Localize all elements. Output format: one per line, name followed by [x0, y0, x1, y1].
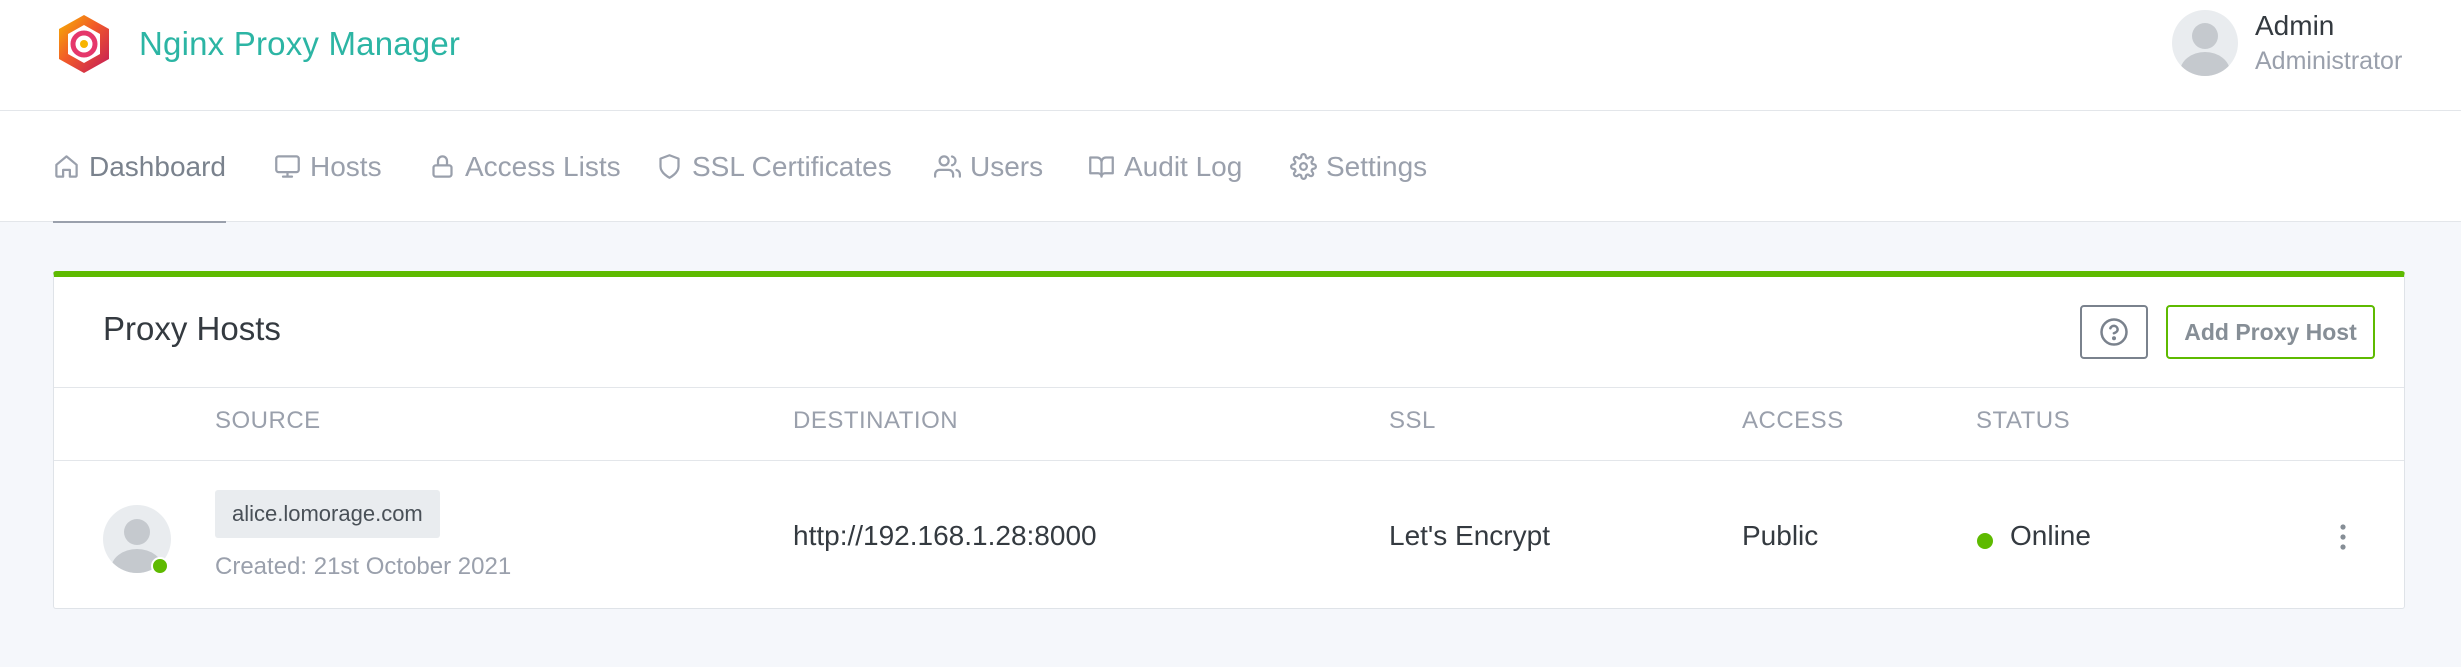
home-icon — [55, 155, 78, 178]
nav-item-label: Dashboard — [89, 150, 226, 182]
nav-item-dashboard[interactable]: Dashboard — [53, 111, 226, 223]
destination-cell: http://192.168.1.28:8000 — [793, 520, 1097, 551]
card-header: Proxy Hosts Add Proxy Host — [54, 277, 2404, 388]
nav-item-label: Settings — [1326, 150, 1428, 182]
nav-item-users[interactable]: Users — [934, 111, 1043, 222]
nav-item-audit-log[interactable]: Audit Log — [1088, 111, 1242, 222]
nav-item-label: Audit Log — [1124, 150, 1243, 182]
more-vertical-icon — [2340, 524, 2346, 550]
app-logo-icon — [59, 15, 109, 73]
help-button[interactable] — [2080, 305, 2148, 359]
created-date: Created: 21st October 2021 — [215, 553, 512, 580]
column-header-status[interactable]: STATUS — [1976, 407, 2070, 435]
card-title: Proxy Hosts — [103, 310, 281, 347]
nav-item-label: Hosts — [310, 150, 382, 182]
app-title: Nginx Proxy Manager — [139, 25, 461, 62]
book-open-icon — [1089, 156, 1114, 178]
nav-item-label: Access Lists — [465, 150, 621, 182]
user-menu[interactable]: Admin Administrator — [2172, 8, 2402, 78]
domain-badge[interactable]: alice.lomorage.com — [215, 490, 440, 538]
nav-item-access-lists[interactable]: Access Lists — [429, 111, 621, 222]
gear-icon — [1290, 153, 1317, 180]
nav-item-hosts[interactable]: Hosts — [274, 111, 382, 222]
brand[interactable]: Nginx Proxy Manager — [53, 13, 460, 75]
add-proxy-host-button[interactable]: Add Proxy Host — [2166, 305, 2375, 359]
access-cell: Public — [1742, 520, 1819, 551]
lock-icon — [432, 155, 453, 178]
column-header-source[interactable]: SOURCE — [215, 407, 321, 435]
status-cell: Online — [2010, 520, 2091, 551]
online-indicator — [151, 557, 169, 575]
status-dot — [1977, 533, 1993, 549]
nav-item-label: SSL Certificates — [692, 150, 892, 182]
proxy-hosts-card: Proxy Hosts Add Proxy Host SOURCE DESTIN… — [53, 271, 2405, 609]
main-nav: Dashboard Hosts Access Lists SSL Certifi… — [0, 111, 2461, 223]
column-header-access[interactable]: ACCESS — [1742, 407, 1844, 435]
table-header-divider — [54, 460, 2404, 461]
nav-item-ssl-certificates[interactable]: SSL Certificates — [656, 111, 892, 222]
nav-item-label: Users — [970, 150, 1044, 182]
help-circle-icon — [2100, 318, 2128, 346]
row-actions-button[interactable] — [2328, 513, 2358, 561]
monitor-icon — [275, 155, 300, 178]
nav-item-settings[interactable]: Settings — [1290, 111, 1427, 222]
user-name: Admin — [2255, 10, 2335, 41]
shield-icon — [659, 154, 680, 179]
users-icon — [934, 155, 961, 178]
ssl-cell: Let's Encrypt — [1389, 520, 1550, 551]
user-avatar-icon — [2172, 10, 2238, 76]
top-header: Nginx Proxy Manager Admin Administrator — [0, 0, 2461, 111]
column-header-ssl[interactable]: SSL — [1389, 407, 1436, 435]
column-header-destination[interactable]: DESTINATION — [793, 407, 958, 435]
user-role: Administrator — [2255, 47, 2403, 75]
